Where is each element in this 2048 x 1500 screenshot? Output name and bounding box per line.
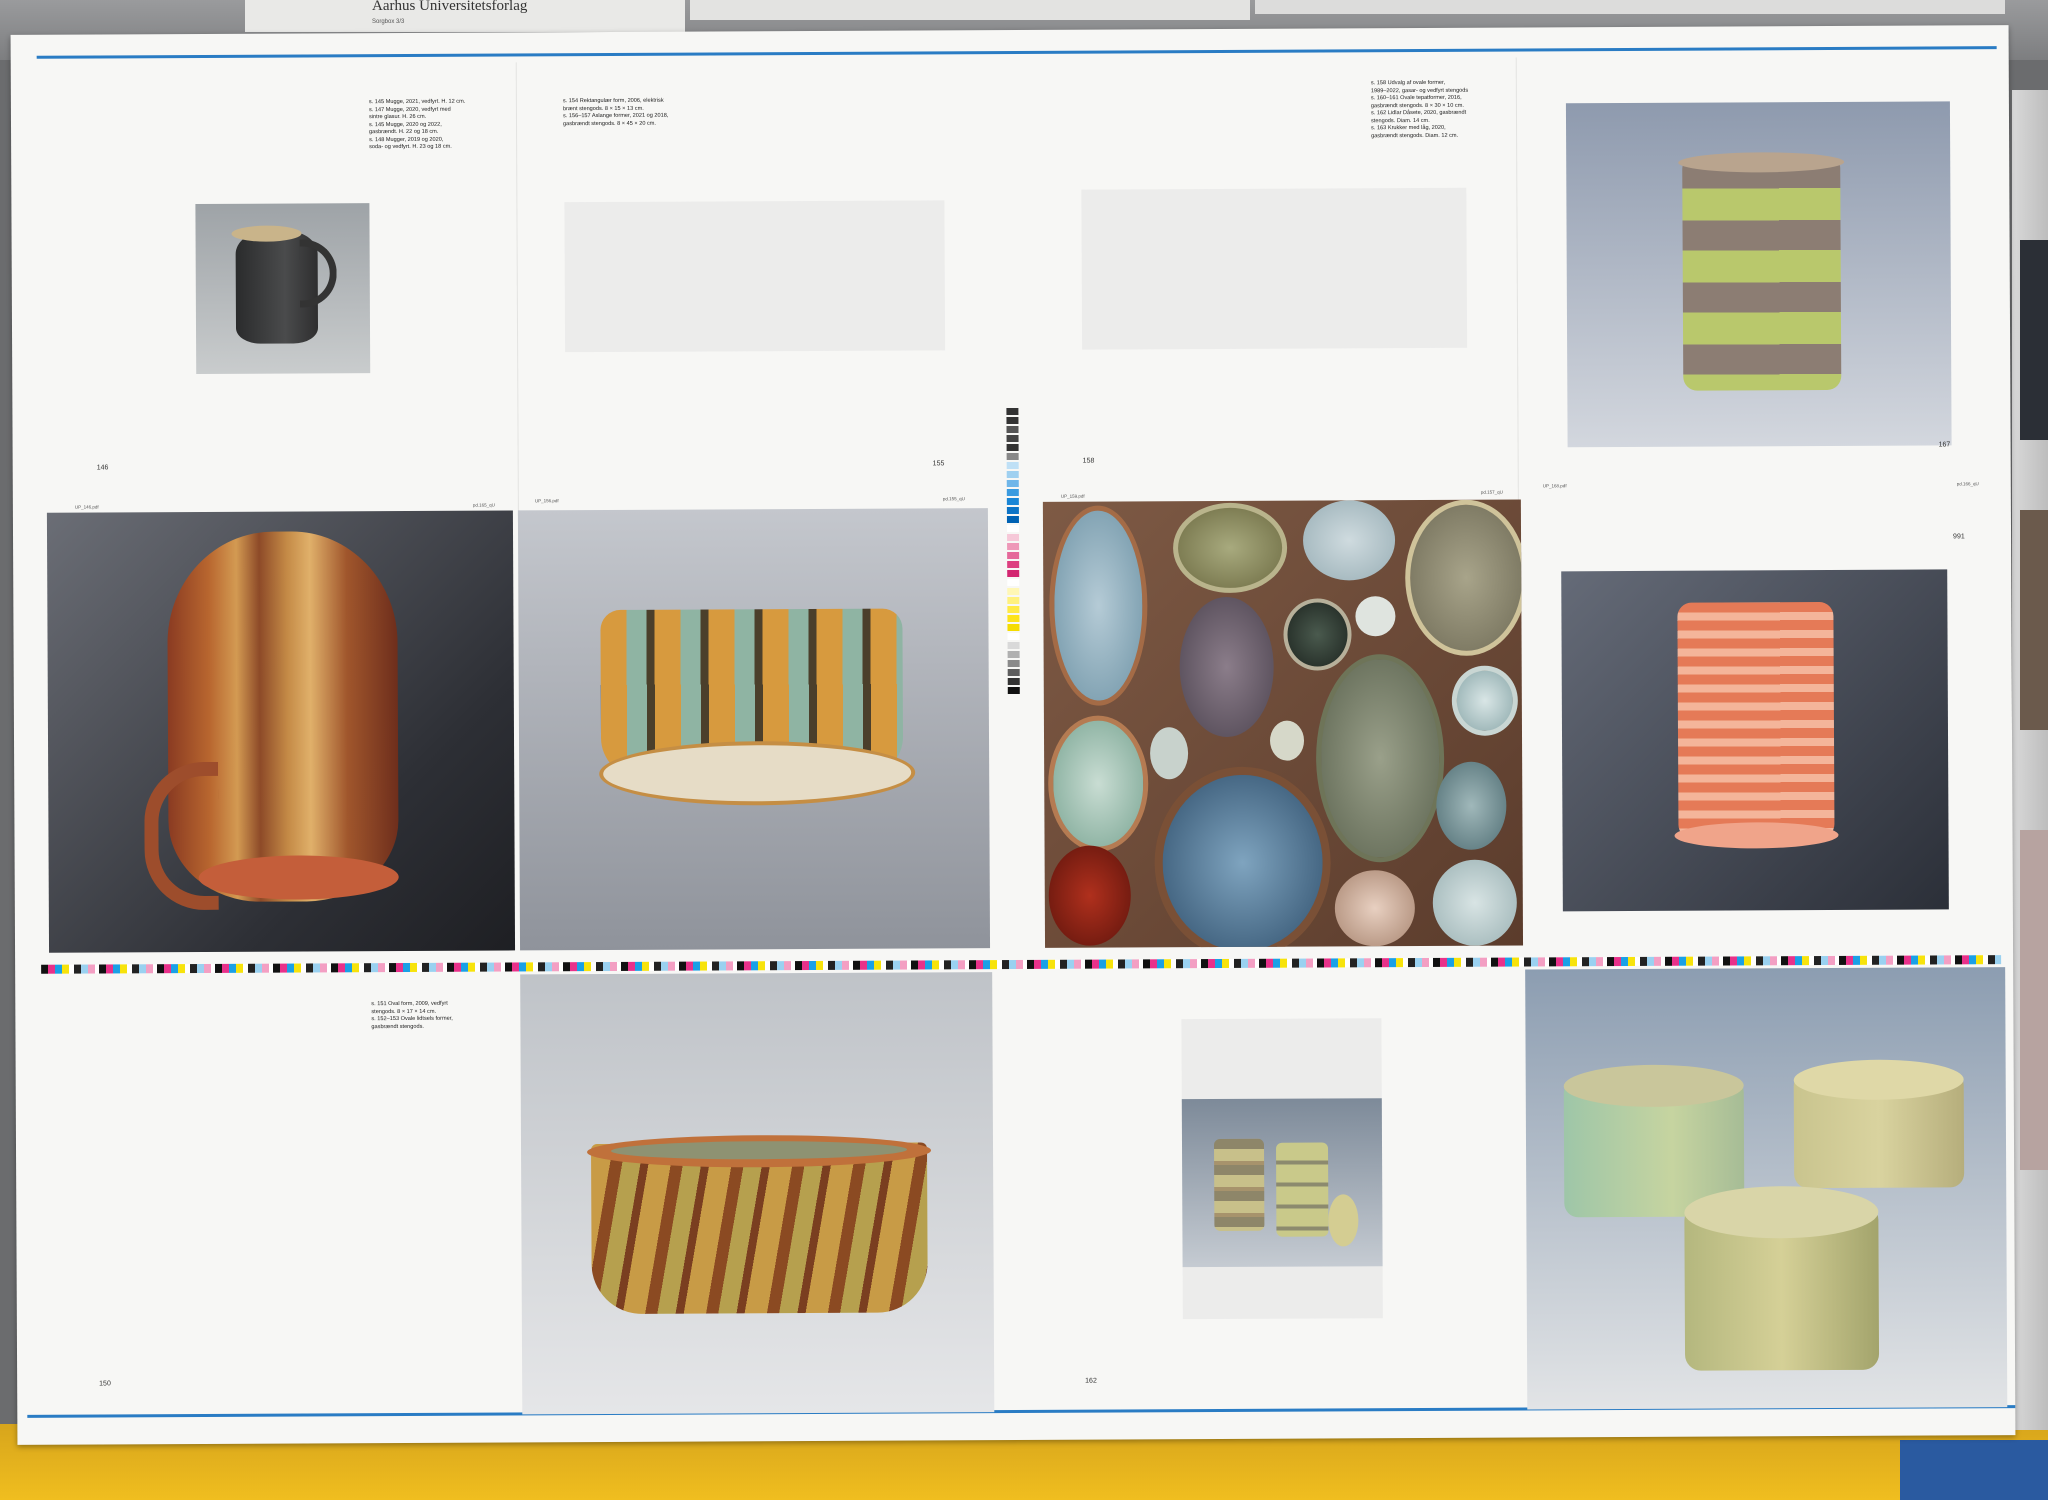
jar-lid bbox=[1328, 1194, 1359, 1247]
adjacent-photo bbox=[2020, 830, 2048, 1170]
file-name: UP_168.pdf bbox=[1542, 483, 1567, 489]
photo-wood-fired-vessel bbox=[46, 510, 516, 953]
page-number: 150 bbox=[99, 1380, 111, 1388]
file-name: pd.157_qU bbox=[1480, 489, 1503, 495]
bowl-base bbox=[599, 740, 916, 807]
dish bbox=[1269, 720, 1305, 761]
photo-striped-jar bbox=[1565, 101, 1952, 448]
dish bbox=[1047, 715, 1149, 852]
dish bbox=[1172, 502, 1288, 594]
background-paper bbox=[1255, 0, 2005, 14]
file-name: UP_159.pdf bbox=[1060, 493, 1085, 499]
publisher-name: Aarhus Universitetsforlag bbox=[372, 0, 528, 14]
file-name: pd.165_qU bbox=[472, 502, 495, 508]
vessel-lip bbox=[198, 855, 399, 900]
table-object bbox=[1900, 1440, 2048, 1500]
dish bbox=[1179, 596, 1275, 738]
photo-brown-pattern-bowl bbox=[520, 972, 995, 1415]
file-name: UP_146.pdf bbox=[74, 504, 99, 510]
page-divider bbox=[515, 62, 519, 523]
page-number: 991 bbox=[1953, 533, 1965, 541]
dish bbox=[1283, 598, 1352, 671]
adjacent-photo bbox=[2020, 240, 2048, 440]
striped-jar bbox=[1682, 157, 1842, 391]
stacked-jar bbox=[1275, 1142, 1329, 1237]
dish bbox=[1315, 653, 1445, 863]
caption: s. 154 Rektangulær form, 2006, elektrisk… bbox=[562, 97, 669, 127]
photo-coral-ring-jar bbox=[1561, 569, 1949, 912]
image-placeholder bbox=[1081, 187, 1468, 350]
stacked-jar bbox=[1213, 1138, 1265, 1232]
page-number: 146 bbox=[96, 464, 109, 472]
jug-handle bbox=[299, 239, 337, 308]
file-name: pd.166_qU bbox=[1956, 481, 1979, 487]
dish bbox=[1334, 870, 1416, 947]
file-name: pd.155_qU bbox=[942, 496, 965, 502]
page-number: 162 bbox=[1085, 1377, 1097, 1385]
page-number: 167 bbox=[1938, 441, 1951, 449]
page-number: 155 bbox=[932, 460, 945, 468]
caption: s. 158 Udvalg af ovale former, 1989–2022… bbox=[1370, 79, 1469, 139]
crop-line-top bbox=[36, 46, 1997, 59]
patterned-bowl bbox=[590, 1142, 928, 1315]
caption: s. 151 Oval form, 2009, vedfyrt stengods… bbox=[371, 1000, 453, 1030]
dish bbox=[1302, 500, 1396, 581]
photo-stacked-jars bbox=[1181, 1098, 1383, 1268]
ring-jar-base bbox=[1674, 821, 1839, 849]
dish bbox=[1432, 859, 1518, 946]
photo-striped-bowl bbox=[517, 508, 991, 951]
dish bbox=[1048, 505, 1148, 706]
dish bbox=[1355, 596, 1396, 637]
dish bbox=[1048, 845, 1132, 946]
dish bbox=[1149, 727, 1189, 780]
photo-lidded-boxes bbox=[1525, 967, 2008, 1410]
adjacent-photo bbox=[2020, 510, 2048, 730]
page-divider bbox=[1515, 57, 1519, 518]
color-control-strip bbox=[1006, 407, 1020, 696]
ring-jar bbox=[1677, 601, 1835, 839]
print-sheet: s. 145 Mugge, 2021, vedfyrt. H. 12 cm. s… bbox=[10, 25, 2016, 1445]
caption: s. 145 Mugge, 2021, vedfyrt. H. 12 cm. s… bbox=[368, 98, 466, 151]
dish bbox=[1404, 499, 1524, 657]
dish bbox=[1451, 665, 1519, 736]
image-placeholder bbox=[564, 200, 946, 353]
photo-oval-dishes bbox=[1042, 499, 1524, 948]
adjacent-sheet bbox=[2012, 90, 2048, 1430]
photo-black-jug bbox=[195, 203, 371, 374]
publisher-sub: Sorgbox 3/3 bbox=[372, 19, 405, 25]
dish bbox=[1154, 766, 1332, 948]
background-paper bbox=[690, 0, 1250, 20]
page-number: 158 bbox=[1082, 457, 1095, 465]
file-name: UP_156.pdf bbox=[534, 498, 559, 504]
dish bbox=[1436, 761, 1507, 850]
vessel-handle bbox=[144, 761, 219, 911]
